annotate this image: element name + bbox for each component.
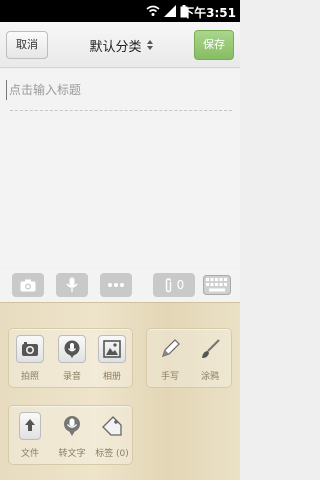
camera-icon <box>16 335 44 363</box>
title-input[interactable]: 点击输入标题 <box>6 80 234 100</box>
note-editor[interactable]: 点击输入标题 <box>0 69 240 267</box>
insert-panel: 拍照 录音 相册 手写 涂鸦 文件 转文字 标签 (0) <box>0 302 240 480</box>
panel-label: 涂鸦 <box>200 372 219 382</box>
keyboard-button[interactable] <box>202 273 232 297</box>
panel-button-record[interactable]: 录音 <box>57 335 87 387</box>
paintbrush-icon <box>196 335 224 363</box>
panel-button-handwrite[interactable]: 手写 <box>155 335 185 387</box>
camera-icon <box>20 279 36 291</box>
speech-to-text-icon <box>58 412 86 440</box>
panel-label: 转文字 <box>58 449 86 459</box>
title-divider <box>10 110 232 111</box>
voice-button[interactable] <box>56 273 88 297</box>
more-button[interactable] <box>100 273 132 297</box>
media-group: 拍照 录音 相册 <box>8 328 133 388</box>
sort-arrows-icon <box>146 40 153 50</box>
category-selector[interactable]: 默认分类 <box>74 35 168 55</box>
wifi-icon <box>146 5 160 16</box>
status-time: 下午3:51 <box>182 6 236 20</box>
panel-label: 相册 <box>102 372 121 382</box>
status-bar: 下午3:51 <box>0 0 240 22</box>
draw-group: 手写 涂鸦 <box>146 328 232 388</box>
panel-label: 手写 <box>160 372 179 382</box>
editor-toolbar: 0 <box>0 268 240 302</box>
panel-label: 录音 <box>62 372 81 382</box>
panel-button-tag[interactable]: 标签 (0) <box>95 412 129 464</box>
panel-button-photo[interactable]: 拍照 <box>15 335 45 387</box>
panel-button-doodle[interactable]: 涂鸦 <box>195 335 225 387</box>
microphone-icon <box>66 277 78 292</box>
panel-button-album[interactable]: 相册 <box>97 335 127 387</box>
header-bar: 取消 默认分类 保存 <box>0 22 240 68</box>
signal-icon <box>164 5 176 17</box>
microphone-icon <box>58 335 86 363</box>
pencil-icon <box>156 335 184 363</box>
extra-group: 文件 转文字 标签 (0) <box>8 405 133 465</box>
attachment-count: 0 <box>176 278 185 292</box>
panel-label: 拍照 <box>20 372 39 382</box>
photo-album-icon <box>98 335 126 363</box>
save-button[interactable]: 保存 <box>194 30 234 60</box>
category-label: 默认分类 <box>89 39 142 55</box>
tag-icon <box>98 412 126 440</box>
panel-button-speech-to-text[interactable]: 转文字 <box>57 412 87 464</box>
cancel-button[interactable]: 取消 <box>6 31 48 59</box>
camera-button[interactable] <box>12 273 44 297</box>
more-dots-icon <box>108 283 124 287</box>
panel-label: 文件 <box>20 449 39 459</box>
paperclip-icon <box>165 277 171 292</box>
keyboard-icon <box>203 275 231 295</box>
panel-button-file[interactable]: 文件 <box>15 412 45 464</box>
panel-label: 标签 (0) <box>95 449 129 459</box>
file-upload-icon <box>19 412 41 440</box>
attachment-button[interactable]: 0 <box>153 273 195 297</box>
